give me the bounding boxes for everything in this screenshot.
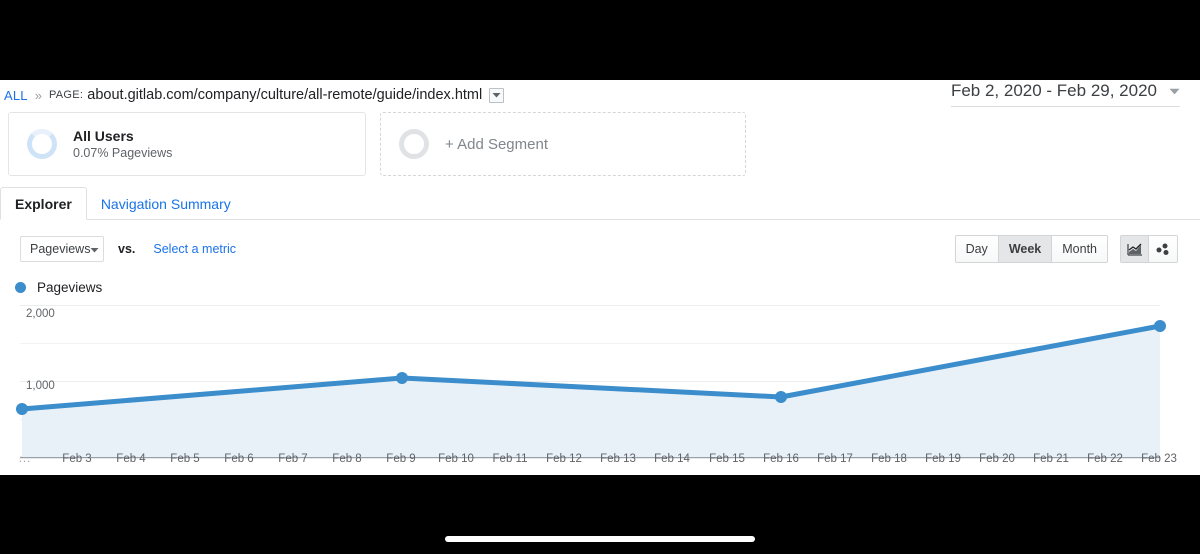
- vs-label: vs.: [118, 242, 136, 256]
- breadcrumb-key: PAGE:: [48, 89, 84, 101]
- legend-label: Pageviews: [37, 280, 103, 295]
- data-point: [1154, 320, 1166, 332]
- x-tick-label-4: Feb 6: [224, 453, 254, 465]
- metric-select[interactable]: Pageviews: [20, 236, 104, 262]
- x-tick-label-12: Feb 14: [654, 453, 690, 465]
- analytics-page: ALL » PAGE: about.gitlab.com/company/cul…: [0, 80, 1200, 475]
- chart-legend: Pageviews: [15, 280, 102, 295]
- chart-type-toggle: [1120, 235, 1178, 263]
- add-segment-label: + Add Segment: [445, 135, 548, 153]
- chevron-down-icon[interactable]: [489, 87, 505, 103]
- scatter-plot-icon[interactable]: [1149, 236, 1177, 262]
- date-range-label: Feb 2, 2020 - Feb 29, 2020: [950, 81, 1157, 100]
- x-tick-label-16: Feb 18: [871, 453, 907, 465]
- x-tick-label-9: Feb 11: [492, 453, 528, 465]
- x-axis-labels: ... Feb 3 Feb 4 Feb 5 Feb 6 Feb 7 Feb 8 …: [0, 453, 1200, 471]
- metric-select-value: Pageviews: [30, 242, 91, 256]
- x-tick-label-7: Feb 9: [386, 453, 416, 465]
- x-tick-label-14: Feb 16: [763, 453, 799, 465]
- breadcrumb-all-link[interactable]: ALL: [4, 88, 28, 103]
- x-tick-label-10: Feb 12: [546, 453, 582, 465]
- x-tick-label-8: Feb 10: [438, 453, 474, 465]
- granularity-month[interactable]: Month: [1052, 236, 1107, 262]
- donut-icon: [27, 129, 57, 159]
- data-point: [396, 372, 408, 384]
- screenshot-root: ALL » PAGE: about.gitlab.com/company/cul…: [0, 0, 1200, 554]
- tab-explorer[interactable]: Explorer: [0, 187, 87, 220]
- series-area-fill: [22, 326, 1160, 457]
- data-point: [775, 391, 787, 403]
- granularity-day[interactable]: Day: [955, 236, 999, 262]
- line-chart-icon[interactable]: [1121, 236, 1149, 262]
- granularity-toggle: Day Week Month: [954, 235, 1108, 263]
- breadcrumb-separator: »: [34, 87, 42, 103]
- report-tabs: Explorer Navigation Summary: [0, 187, 1200, 220]
- data-point: [16, 403, 28, 415]
- x-tick-label-13: Feb 15: [709, 453, 745, 465]
- legend-color-dot: [15, 282, 26, 293]
- x-tick-label-1: Feb 3: [62, 453, 92, 465]
- add-segment-button[interactable]: + Add Segment: [380, 112, 746, 176]
- chevron-down-icon: [90, 242, 99, 256]
- device-top-bar: [0, 0, 1200, 80]
- metric-toolbar: Pageviews vs. Select a metric Day Week M…: [0, 225, 1200, 273]
- segment-card-all-users[interactable]: All Users 0.07% Pageviews: [8, 112, 366, 176]
- granularity-week[interactable]: Week: [998, 236, 1053, 262]
- segment-bar: All Users 0.07% Pageviews + Add Segment: [8, 112, 746, 176]
- x-tick-label-18: Feb 20: [979, 453, 1015, 465]
- x-tick-label-17: Feb 19: [925, 453, 961, 465]
- x-tick-label-15: Feb 17: [817, 453, 853, 465]
- select-a-metric-link[interactable]: Select a metric: [153, 242, 236, 256]
- home-indicator[interactable]: [445, 536, 755, 542]
- y-tick-label-2000: 2,000: [26, 308, 55, 320]
- x-tick-label-3: Feb 5: [170, 453, 200, 465]
- segment-title: All Users: [73, 128, 134, 144]
- x-tick-label-2: Feb 4: [116, 453, 146, 465]
- chart-controls: Day Week Month: [954, 235, 1200, 263]
- x-tick-label-6: Feb 8: [332, 453, 362, 465]
- chevron-down-icon: [1169, 82, 1180, 100]
- breadcrumb: ALL » PAGE: about.gitlab.com/company/cul…: [0, 84, 505, 106]
- breadcrumb-page-url: about.gitlab.com/company/culture/all-rem…: [87, 87, 483, 103]
- date-range-picker[interactable]: Feb 2, 2020 - Feb 29, 2020: [950, 81, 1180, 107]
- x-tick-label-5: Feb 7: [278, 453, 308, 465]
- y-tick-label-1000: 1,000: [26, 380, 55, 392]
- x-tick-label-20: Feb 22: [1087, 453, 1123, 465]
- chart-svg: [16, 305, 1166, 459]
- x-tick-label-11: Feb 13: [600, 453, 636, 465]
- device-bottom-bar: [0, 475, 1200, 554]
- segment-card-text: All Users 0.07% Pageviews: [73, 128, 172, 160]
- pageviews-line-chart[interactable]: [0, 305, 1200, 475]
- tab-navigation-summary[interactable]: Navigation Summary: [87, 187, 245, 220]
- segment-subtitle: 0.07% Pageviews: [73, 146, 173, 160]
- x-tick-label-21: Feb 23: [1141, 453, 1177, 465]
- x-tick-label-19: Feb 21: [1033, 453, 1069, 465]
- x-tick-label-0: ...: [18, 453, 32, 465]
- donut-outline-icon: [399, 129, 429, 159]
